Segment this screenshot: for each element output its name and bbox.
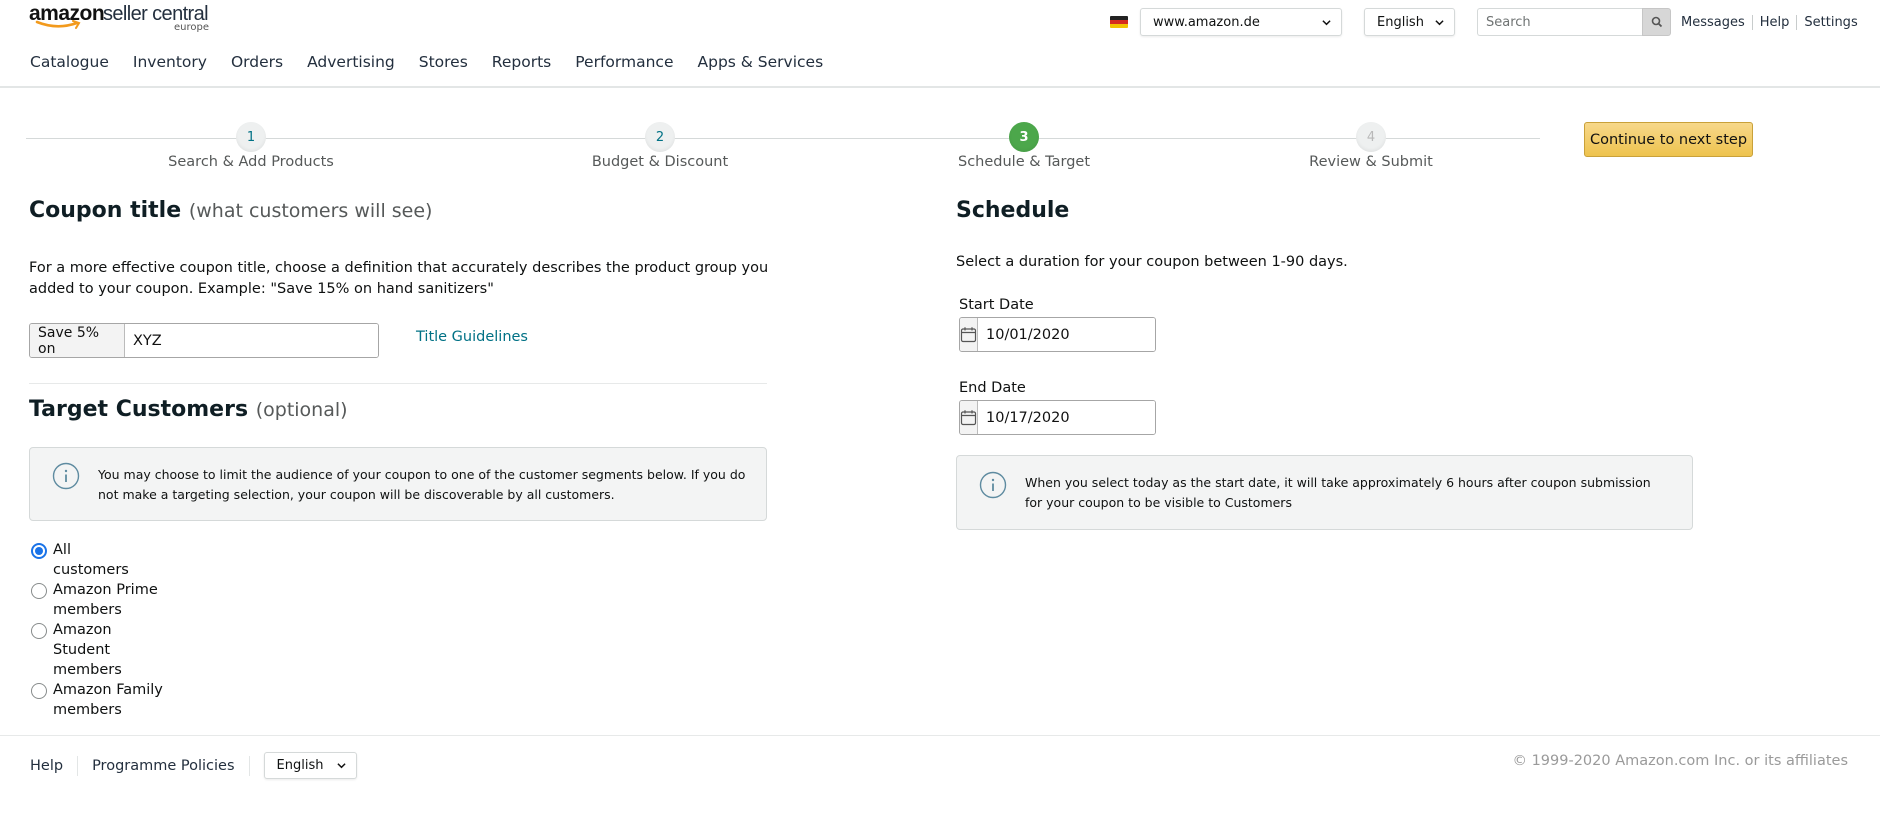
coupon-title-field: Save 5% on bbox=[29, 323, 379, 358]
heading-text: Coupon title bbox=[29, 198, 182, 223]
step-number: 3 bbox=[1009, 122, 1039, 152]
seller-central-logo[interactable]: amazon seller central europe bbox=[29, 2, 209, 36]
nav-advertising[interactable]: Advertising bbox=[307, 53, 395, 71]
step-label: Budget & Discount bbox=[591, 154, 729, 170]
coupon-title-heading: Coupon title (what customers will see) bbox=[29, 198, 432, 223]
nav-catalogue[interactable]: Catalogue bbox=[30, 53, 109, 71]
start-date-input[interactable] bbox=[978, 318, 1155, 351]
schedule-info-box: When you select today as the start date,… bbox=[956, 455, 1693, 530]
step-schedule-target[interactable]: 3 Schedule & Target bbox=[924, 122, 1124, 170]
calendar-icon bbox=[960, 410, 977, 426]
step-review-submit: 4 Review & Submit bbox=[1271, 122, 1471, 170]
search-button[interactable] bbox=[1642, 8, 1671, 36]
targeting-info-text: You may choose to limit the audience of … bbox=[98, 467, 746, 502]
step-number: 1 bbox=[236, 122, 266, 152]
language-value: English bbox=[1377, 14, 1424, 30]
search-box bbox=[1477, 8, 1671, 36]
germany-flag-icon bbox=[1110, 16, 1128, 28]
chevron-down-icon bbox=[336, 763, 346, 769]
radio-label: Amazon Student members bbox=[53, 622, 122, 678]
info-icon bbox=[979, 471, 1007, 499]
radio-label: Amazon Prime members bbox=[53, 582, 158, 618]
settings-link[interactable]: Settings bbox=[1804, 15, 1857, 30]
radio-button[interactable] bbox=[31, 543, 47, 559]
help-link[interactable]: Help bbox=[1760, 15, 1790, 30]
progress-stepper: 1 Search & Add Products 2 Budget & Disco… bbox=[26, 122, 1540, 182]
language-select[interactable]: English bbox=[1364, 8, 1455, 36]
nav-orders[interactable]: Orders bbox=[231, 53, 283, 71]
marketplace-value: www.amazon.de bbox=[1153, 14, 1260, 30]
divider bbox=[1751, 14, 1753, 30]
main-nav: Catalogue Inventory Orders Advertising S… bbox=[30, 53, 847, 71]
coupon-title-description: For a more effective coupon title, choos… bbox=[29, 260, 769, 297]
radio-all-customers[interactable]: All customers bbox=[31, 540, 191, 580]
footer-language-value: English bbox=[276, 758, 324, 773]
nav-stores[interactable]: Stores bbox=[419, 53, 468, 71]
radio-label: All customers bbox=[53, 542, 129, 578]
nav-performance[interactable]: Performance bbox=[575, 53, 673, 71]
schedule-description: Select a duration for your coupon betwee… bbox=[956, 254, 1348, 270]
start-date-field bbox=[959, 317, 1156, 352]
start-date-picker-button[interactable] bbox=[960, 318, 978, 351]
end-date-label: End Date bbox=[959, 380, 1026, 396]
step-number: 4 bbox=[1356, 122, 1386, 152]
radio-label: Amazon Family members bbox=[53, 682, 163, 718]
nav-inventory[interactable]: Inventory bbox=[133, 53, 207, 71]
divider bbox=[77, 755, 79, 776]
divider bbox=[1796, 14, 1798, 30]
footer: Help Programme Policies English bbox=[30, 752, 357, 779]
radio-amazon-family-members[interactable]: Amazon Family members bbox=[31, 680, 191, 720]
start-date-label: Start Date bbox=[959, 297, 1034, 313]
step-label: Schedule & Target bbox=[957, 154, 1090, 170]
top-header: amazon seller central europe Catalogue I… bbox=[0, 0, 1880, 88]
target-customers-heading: Target Customers (optional) bbox=[29, 397, 348, 422]
step-budget-discount[interactable]: 2 Budget & Discount bbox=[560, 122, 760, 170]
amazon-smile-icon bbox=[35, 20, 81, 29]
schedule-heading: Schedule bbox=[956, 198, 1069, 223]
copyright-text: © 1999-2020 Amazon.com Inc. or its affil… bbox=[1512, 753, 1848, 769]
footer-help-link[interactable]: Help bbox=[30, 758, 63, 774]
nav-reports[interactable]: Reports bbox=[492, 53, 551, 71]
logo-region: europe bbox=[174, 22, 209, 33]
heading-note: (what customers will see) bbox=[188, 200, 433, 222]
radio-button[interactable] bbox=[31, 583, 47, 599]
heading-text: Schedule bbox=[956, 198, 1070, 223]
step-label: Search & Add Products bbox=[168, 154, 334, 170]
footer-language-select[interactable]: English bbox=[263, 752, 357, 779]
title-guidelines-link[interactable]: Title Guidelines bbox=[416, 329, 528, 345]
end-date-picker-button[interactable] bbox=[960, 401, 978, 434]
step-number: 2 bbox=[645, 122, 675, 152]
radio-button[interactable] bbox=[31, 683, 47, 699]
nav-apps-services[interactable]: Apps & Services bbox=[698, 53, 824, 71]
info-icon bbox=[52, 462, 80, 490]
radio-amazon-prime-members[interactable]: Amazon Prime members bbox=[31, 580, 191, 620]
marketplace-select[interactable]: www.amazon.de bbox=[1140, 8, 1342, 36]
end-date-field bbox=[959, 400, 1156, 435]
radio-button[interactable] bbox=[31, 623, 47, 639]
schedule-info-text: When you select today as the start date,… bbox=[1025, 475, 1651, 510]
footer-divider bbox=[0, 735, 1880, 736]
footer-programme-policies-link[interactable]: Programme Policies bbox=[92, 758, 234, 774]
coupon-title-input[interactable] bbox=[125, 324, 378, 357]
calendar-icon bbox=[960, 327, 977, 343]
end-date-input[interactable] bbox=[978, 401, 1155, 434]
targeting-info-box: You may choose to limit the audience of … bbox=[29, 447, 767, 521]
chevron-down-icon bbox=[1322, 19, 1331, 25]
header-links: Messages Help Settings bbox=[1681, 14, 1858, 30]
section-divider bbox=[29, 383, 767, 384]
messages-link[interactable]: Messages bbox=[1681, 15, 1745, 30]
step-search-add-products[interactable]: 1 Search & Add Products bbox=[151, 122, 351, 170]
radio-amazon-student-members[interactable]: Amazon Student members bbox=[31, 620, 191, 680]
heading-note: (optional) bbox=[255, 399, 348, 421]
step-label: Review & Submit bbox=[1309, 154, 1433, 170]
search-icon bbox=[1651, 16, 1662, 28]
divider bbox=[248, 755, 250, 776]
chevron-down-icon bbox=[1435, 19, 1444, 25]
coupon-title-prefix: Save 5% on bbox=[30, 324, 125, 357]
header-utilities: www.amazon.de English Messages Help Sett… bbox=[1110, 8, 1858, 36]
search-input[interactable] bbox=[1477, 8, 1642, 36]
continue-button[interactable]: Continue to next step bbox=[1584, 122, 1753, 157]
target-customers-radio-group: All customers Amazon Prime members Amazo… bbox=[31, 540, 191, 720]
heading-text: Target Customers bbox=[29, 397, 249, 422]
